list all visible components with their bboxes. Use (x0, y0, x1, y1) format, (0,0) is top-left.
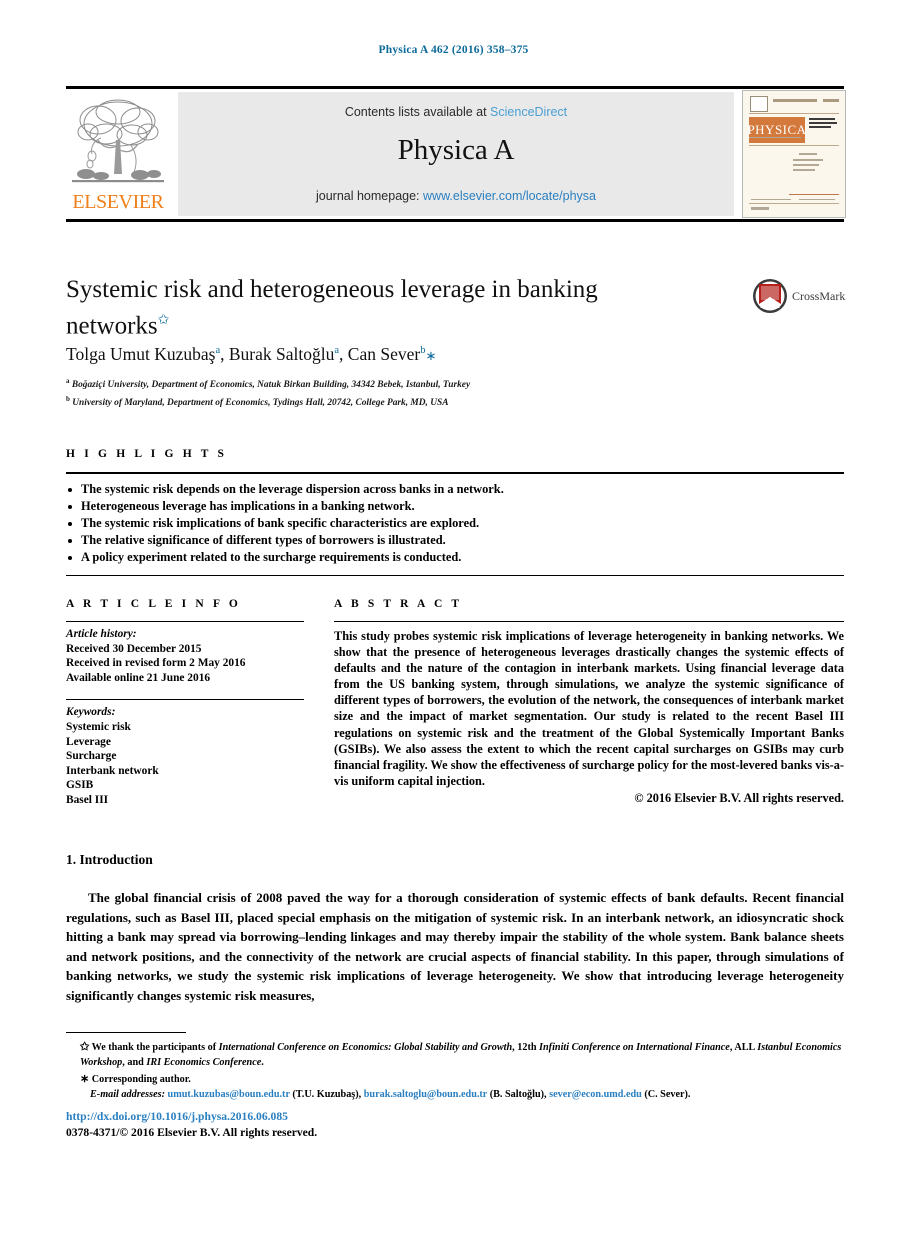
affiliation-b: b University of Maryland, Department of … (66, 392, 766, 410)
keywords-label: Keywords: (66, 706, 116, 719)
article-info-rule-1 (66, 621, 304, 622)
affiliation-a-text: Boğaziçi University, Department of Econo… (71, 380, 471, 391)
acknowledgement-mid-1: , 12th (512, 1042, 540, 1053)
sciencedirect-link[interactable]: ScienceDirect (490, 105, 567, 119)
abstract-copyright: © 2016 Elsevier B.V. All rights reserved… (634, 790, 844, 805)
email-owner-1: (T.U. Kuzubaş) (292, 1088, 359, 1100)
email-link-3[interactable]: sever@econ.umd.edu (549, 1089, 642, 1100)
corresponding-author-footnote: ∗ Corresponding author. (66, 1072, 844, 1088)
journal-homepage-line: journal homepage: www.elsevier.com/locat… (178, 189, 734, 203)
doi-link[interactable]: http://dx.doi.org/10.1016/j.physa.2016.0… (66, 1110, 288, 1123)
article-info-section: A R T I C L E I N F O Article history: R… (66, 598, 304, 808)
email-link-2[interactable]: burak.saltoglu@boun.edu.tr (364, 1089, 487, 1100)
highlights-heading: H I G H L I G H T S (66, 448, 228, 460)
footnotes-block: ✩ We thank the participants of Internati… (66, 1040, 844, 1102)
acknowledgement-footnote: ✩ We thank the participants of Internati… (66, 1040, 844, 1070)
history-revised: Received in revised form 2 May 2016 (66, 657, 246, 670)
introduction-heading: 1. Introduction (66, 852, 153, 867)
contents-available-line: Contents lists available at ScienceDirec… (178, 105, 734, 119)
abstract-heading: A B S T R A C T (334, 598, 463, 610)
journal-title: Physica A (397, 134, 515, 166)
cover-subtitle-lines (809, 118, 839, 130)
introduction-body: The global financial crisis of 2008 pave… (66, 888, 844, 1006)
email-footnote: E-mail addresses: umut.kuzubas@boun.edu.… (90, 1088, 691, 1100)
issn-copyright-line: 0378-4371/© 2016 Elsevier B.V. All right… (66, 1126, 318, 1139)
highlights-bottom-rule (66, 574, 844, 576)
list-item: Heterogeneous leverage has implications … (66, 498, 844, 515)
article-info-rule-2 (66, 699, 304, 701)
crossmark-label: CrossMark (792, 289, 846, 303)
abstract-text: This study probes systemic risk implicat… (334, 629, 844, 788)
article-history-label: Article history: (66, 628, 137, 640)
crossmark-icon (753, 279, 787, 313)
elsevier-logo: ELSEVIER (66, 92, 170, 216)
page-title: Systemic risk and heterogeneous leverage… (66, 274, 696, 341)
footnote-rule (66, 1032, 186, 1033)
keyword-item: GSIB (66, 779, 94, 792)
highlights-top-rule (66, 472, 844, 474)
history-online: Available online 21 June 2016 (66, 671, 211, 684)
running-head: Physica A 462 (2016) 358–375 (378, 44, 529, 56)
affiliation-a: a Boğaziçi University, Department of Eco… (66, 374, 766, 392)
acknowledgement-marker: ✩ (80, 1041, 90, 1053)
elsevier-wordmark: ELSEVIER (72, 191, 164, 213)
keyword-item: Systemic risk (66, 720, 131, 733)
list-item: The systemic risk depends on the leverag… (66, 481, 844, 498)
affiliation-b-mark: b (66, 395, 70, 404)
homepage-prefix: journal homepage: (315, 189, 424, 203)
elsevier-tree-icon (72, 99, 164, 183)
abstract-rule (334, 621, 844, 622)
history-received: Received 30 December 2015 (66, 642, 202, 655)
introduction-paragraph: The global financial crisis of 2008 pave… (66, 890, 844, 1003)
acknowledgement-mid-2: , ALL (729, 1042, 758, 1053)
list-item: The relative significance of different t… (66, 532, 844, 549)
masthead-bottom-rule (66, 219, 844, 222)
abstract-section: A B S T R A C T This study probes system… (334, 598, 844, 806)
article-title-text: Systemic risk and heterogeneous leverage… (66, 276, 598, 340)
highlights-section: H I G H L I G H T S The systemic risk de… (66, 448, 844, 576)
paper-page: Physica A 462 (2016) 358–375 ELSEVIER Co… (0, 0, 907, 1238)
keyword-item: Surcharge (66, 750, 117, 763)
conference-name-1: International Conference on Economics: G… (218, 1042, 513, 1053)
conference-name-2: Infiniti Conference on International Fin… (539, 1042, 730, 1053)
keyword-item: Leverage (66, 735, 111, 748)
keyword-item: Interbank network (66, 764, 159, 777)
contents-prefix: Contents lists available at (344, 105, 491, 119)
acknowledgement-end: . (261, 1056, 264, 1068)
corresponding-author-marker: ∗ (80, 1073, 90, 1086)
affiliation-a-mark: a (66, 377, 70, 385)
conference-name-4: IRI Economics Conference (146, 1056, 262, 1068)
author-list: Tolga Umut Kuzubaşa, Burak Saltoğlua, Ca… (66, 344, 437, 364)
email-label: E-mail addresses: (90, 1088, 165, 1100)
highlights-list: The systemic risk depends on the leverag… (66, 481, 844, 566)
keyword-item: Basel III (66, 793, 109, 806)
corresponding-author-text: Corresponding author. (89, 1074, 191, 1086)
list-item: The systemic risk implications of bank s… (66, 515, 844, 532)
email-owner-2: (B. Saltoğlu) (489, 1088, 545, 1100)
cover-physica-band: PHYSICA (747, 117, 806, 143)
cover-elsevier-mark-icon (750, 96, 768, 112)
article-info-heading: A R T I C L E I N F O (66, 598, 241, 610)
masthead-top-rule (66, 86, 844, 89)
article-history: Article history: Received 30 December 20… (66, 627, 304, 685)
masthead-panel: Contents lists available at ScienceDirec… (178, 92, 734, 216)
keywords-block: Keywords: Systemic risk Leverage Surchar… (66, 705, 304, 807)
email-owner-3: (C. Sever) (644, 1088, 688, 1100)
journal-masthead: ELSEVIER Contents lists available at Sci… (66, 86, 846, 222)
acknowledgement-mid-3: , and (122, 1056, 147, 1068)
list-item: A policy experiment related to the surch… (66, 549, 844, 566)
journal-cover-thumbnail: PHYSICA (742, 90, 846, 218)
crossmark-badge[interactable]: CrossMark (752, 278, 848, 316)
journal-homepage-link[interactable]: www.elsevier.com/locate/physa (423, 189, 596, 203)
acknowledgement-pre: We thank the participants of (89, 1042, 219, 1053)
title-footnote-marker[interactable]: ✩ (158, 313, 170, 328)
email-link-1[interactable]: umut.kuzubas@boun.edu.tr (168, 1089, 290, 1100)
affiliation-b-text: University of Maryland, Department of Ec… (72, 398, 449, 409)
affiliations: a Boğaziçi University, Department of Eco… (66, 374, 766, 410)
